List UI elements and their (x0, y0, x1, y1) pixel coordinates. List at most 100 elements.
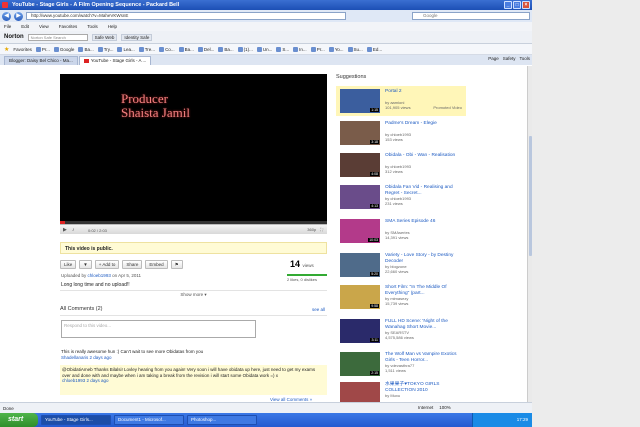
video-description: Long long time and no upload!! (61, 282, 130, 288)
upload-info: Uploaded by chloeb1993 on Apr 5, 2011 (61, 273, 142, 278)
embed-button[interactable]: Embed (145, 259, 168, 269)
favorites-button[interactable]: Favorites (13, 47, 32, 52)
video-thumbnail[interactable]: 10:03 (340, 219, 380, 243)
menu-edit[interactable]: Edit (21, 24, 29, 29)
suggestion-item[interactable]: 5:20 Variety - Love Story - by Destiny D… (336, 250, 466, 280)
address-row: ◀ ▶ http://www.youtube.com/watch?v=MaheV… (0, 10, 532, 22)
promoted-label: Promoted Video (433, 105, 462, 110)
tools-menu[interactable]: Tools (519, 56, 530, 61)
likes-bar (287, 274, 327, 276)
comment-item: This is really awesome hun :) Can't wait… (61, 349, 204, 360)
window-title: YouTube - Stage Girls - A Film Opening S… (12, 2, 180, 8)
favorite-link[interactable]: Ba... (178, 46, 194, 52)
video-thumbnail[interactable]: 2:15 (340, 352, 380, 376)
browser-search-input[interactable]: Google (412, 12, 530, 20)
share-button[interactable]: Share (122, 259, 143, 269)
video-thumbnail[interactable]: 4:13 (340, 185, 380, 209)
norton-logo: Norton (4, 34, 24, 40)
back-button[interactable]: ◀ (2, 11, 11, 21)
flag-icon[interactable]: ⚑ (170, 259, 183, 269)
favorite-link[interactable]: Yo... (328, 46, 344, 52)
favorite-link[interactable]: Pr... (310, 46, 325, 52)
favorite-link[interactable]: (1)... (237, 46, 253, 52)
suggestion-item[interactable]: 3:18 Padme's Dream - Elegie by chloeb199… (336, 118, 466, 148)
like-button[interactable]: Like (60, 259, 77, 269)
tab-youtube[interactable]: YouTube - Stage Girls - A ... (78, 56, 152, 65)
menu-file[interactable]: File (4, 24, 11, 29)
video-actions: Like ▼ + Add to Share Embed ⚑ (60, 259, 327, 269)
video-thumbnail[interactable]: 4:08 (340, 153, 380, 177)
norton-search-input[interactable]: Norton Safe Search (27, 33, 88, 41)
suggestion-item[interactable]: 9:58 Short Film: "In The Middle Of Every… (336, 282, 466, 312)
favorite-link[interactable]: Lea... (117, 46, 135, 52)
video-thumbnail[interactable]: 3:11 (340, 319, 380, 343)
minimize-button[interactable]: _ (504, 1, 512, 9)
favorite-link[interactable]: In... (293, 46, 307, 52)
favorite-link[interactable]: Co... (159, 46, 175, 52)
menu-view[interactable]: View (39, 24, 49, 29)
suggestion-item[interactable]: 4:13 Obidala Fan Vid - Realising and Reg… (336, 182, 466, 212)
video-player[interactable]: Producer Shaista Jamil (60, 74, 327, 224)
zoom-level[interactable]: 100% (439, 405, 451, 410)
suggestion-item[interactable]: 4:08 Obidala - Obi - Wan - Realisation b… (336, 150, 466, 180)
safety-menu[interactable]: Safety (503, 56, 516, 61)
comment-input[interactable]: Respond to this video... (61, 320, 256, 338)
favorite-link[interactable]: Ed... (366, 46, 382, 52)
menu-bar: File Edit View Favorites Tools Help (0, 22, 532, 31)
close-button[interactable]: × (522, 1, 530, 9)
taskbar-item-photoshop[interactable]: Photoshop... (187, 415, 257, 425)
uploader-link[interactable]: chloeb1993 (88, 273, 111, 278)
identity-safe-button[interactable]: Identity Safe (121, 33, 153, 41)
screen-gutter (532, 0, 640, 427)
video-thumbnail[interactable]: 5:20 (340, 253, 380, 277)
tab-bar: Blogger: Daisy Bel Chico - Ma... YouTube… (0, 55, 532, 65)
fullscreen-icon[interactable]: ⛶ (320, 227, 323, 232)
show-more-button[interactable]: Show more ▾ (60, 290, 327, 298)
youtube-tab-icon (83, 58, 89, 63)
video-thumbnail[interactable]: 3:18 (340, 121, 380, 145)
favorite-link[interactable]: Del... (197, 46, 214, 52)
command-bar: Page Safety Tools (488, 56, 530, 61)
video-thumbnail[interactable]: 1:15 (340, 89, 380, 113)
favorite-link[interactable]: Ba... (218, 46, 234, 52)
status-text: Done (3, 405, 14, 411)
menu-help[interactable]: Help (108, 24, 117, 29)
favorite-link[interactable]: S... (276, 46, 289, 52)
quality-button[interactable]: 360p (307, 227, 316, 232)
taskbar-item-youtube[interactable]: YouTube - Stage Girls... (41, 415, 111, 425)
page-menu[interactable]: Page (488, 56, 499, 61)
start-button[interactable]: start (0, 413, 38, 427)
favorite-link[interactable]: Su... (347, 46, 363, 52)
dislike-button[interactable]: ▼ (79, 259, 92, 269)
video-thumbnail[interactable] (340, 382, 380, 402)
suggestion-item[interactable]: 2:15 The Wolf Man vs Vampire Exotics Gir… (336, 349, 466, 379)
add-to-button[interactable]: + Add to (94, 259, 120, 269)
public-notice: This video is public. (60, 242, 327, 254)
favorite-link[interactable]: Try... (97, 46, 113, 52)
suggestion-item[interactable]: 水果果子♥TOKYO GIRLS COLLECTION 2010 by Muxu (336, 379, 466, 402)
volume-icon[interactable]: ♪ (72, 227, 75, 233)
favorite-link[interactable]: Pr... (35, 46, 50, 52)
address-bar[interactable]: http://www.youtube.com/watch?v=MaheVKWsn… (26, 12, 346, 20)
view-count: 14 views (290, 259, 314, 269)
taskbar-item-word[interactable]: Document1 - Microsof... (114, 415, 184, 425)
tab-blogger[interactable]: Blogger: Daisy Bel Chico - Ma... (4, 56, 78, 65)
favorite-link[interactable]: Ba... (78, 46, 94, 52)
favorite-link[interactable]: Tre... (138, 46, 155, 52)
suggestion-item[interactable]: 3:11 FULL HD Scene: 'Night of the Wanaha… (336, 316, 466, 346)
favorite-link[interactable]: Un... (256, 46, 272, 52)
maximize-button[interactable]: □ (513, 1, 521, 9)
menu-tools[interactable]: Tools (87, 24, 98, 29)
forward-button[interactable]: ▶ (14, 11, 23, 21)
likes-summary: 2 likes, 0 dislikes (287, 274, 327, 282)
comments-header: All Comments (2) see all (60, 306, 327, 316)
safe-web-button[interactable]: Safe Web (91, 33, 118, 41)
suggestion-item[interactable]: 1:15 Portal 2 by aamioni 101,905 views P… (336, 86, 466, 116)
video-thumbnail[interactable]: 9:58 (340, 285, 380, 309)
window-controls: _ □ × (504, 1, 530, 9)
see-all-link[interactable]: see all (312, 307, 325, 312)
play-icon[interactable]: ▶ (63, 227, 67, 233)
suggestion-item[interactable]: 10:03 SMA Series Episode 46 by SMAseries… (336, 216, 466, 246)
favorite-link[interactable]: Google (53, 46, 74, 52)
menu-favorites[interactable]: Favorites (59, 24, 78, 29)
